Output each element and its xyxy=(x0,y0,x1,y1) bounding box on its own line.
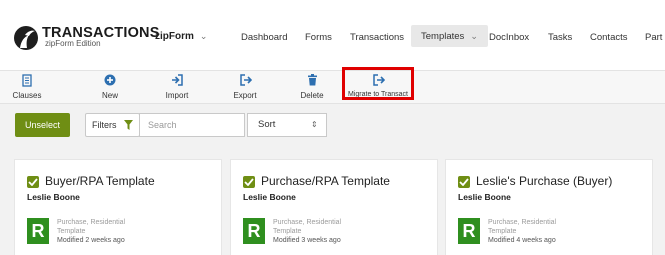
card-modified: Modified 2 weeks ago xyxy=(57,237,125,244)
card-type: Purchase, Residential xyxy=(488,219,557,226)
card-type: Purchase, Residential xyxy=(57,219,126,226)
nav-partial[interactable]: Part xyxy=(645,32,662,43)
export-label: Export xyxy=(233,91,257,100)
checkmark-icon xyxy=(244,178,254,186)
template-card[interactable]: Buyer/RPA Template Leslie Boone R Purcha… xyxy=(14,159,222,255)
product-switcher-label: zipForm xyxy=(155,31,194,42)
new-label: New xyxy=(101,91,118,100)
nav-tasks[interactable]: Tasks xyxy=(548,32,572,43)
clauses-label: Clauses xyxy=(12,91,42,100)
nav-contacts[interactable]: Contacts xyxy=(590,32,628,43)
template-card[interactable]: Leslie's Purchase (Buyer) Leslie Boone R… xyxy=(445,159,653,255)
card-owner: Leslie Boone xyxy=(243,192,296,202)
import-icon xyxy=(160,74,194,89)
export-icon xyxy=(228,74,262,89)
highlight-annotation xyxy=(342,67,414,100)
card-kind: Template xyxy=(273,228,302,235)
card-title[interactable]: Buyer/RPA Template xyxy=(45,174,155,188)
nav-dashboard[interactable]: Dashboard xyxy=(241,32,287,43)
card-type: Purchase, Residential xyxy=(273,219,342,226)
card-badge: R xyxy=(458,218,480,244)
delete-button[interactable]: Delete xyxy=(296,71,328,105)
trash-icon xyxy=(296,74,328,89)
sort-select[interactable]: Sort ⇕ xyxy=(247,113,327,137)
plus-circle-icon xyxy=(95,74,125,89)
sort-label: Sort xyxy=(258,119,276,130)
filter-bar: Unselect Filters Sort ⇕ xyxy=(0,104,665,146)
clauses-icon xyxy=(12,74,42,89)
nav-templates-label: Templates xyxy=(421,31,465,42)
filters-label: Filters xyxy=(92,120,117,130)
logo-subtitle: zipForm Edition xyxy=(45,39,101,48)
nav-templates[interactable]: Templates ⌄ xyxy=(411,25,488,47)
template-card[interactable]: Purchase/RPA Template Leslie Boone R Pur… xyxy=(230,159,438,255)
product-switcher[interactable]: zipForm ⌄ xyxy=(155,31,207,42)
action-toolbar: Clauses New Import Export Delete Migrate… xyxy=(0,70,665,104)
card-kind: Template xyxy=(488,228,517,235)
funnel-icon xyxy=(124,120,133,130)
nav-docinbox[interactable]: DocInbox xyxy=(489,32,529,43)
top-navigation: TRANSACTIONS zipForm Edition zipForm ⌄ Da… xyxy=(0,0,665,70)
nav-forms[interactable]: Forms xyxy=(305,32,332,43)
filters-button[interactable]: Filters xyxy=(85,113,140,137)
logo-badge-icon xyxy=(14,26,38,50)
template-grid: Buyer/RPA Template Leslie Boone R Purcha… xyxy=(0,146,665,255)
checkmark-icon xyxy=(28,178,38,186)
card-checkbox[interactable] xyxy=(243,176,255,188)
card-modified: Modified 3 weeks ago xyxy=(273,237,341,244)
nav-transactions[interactable]: Transactions xyxy=(350,32,404,43)
checkmark-icon xyxy=(459,178,469,186)
import-label: Import xyxy=(165,91,189,100)
chevron-down-icon: ⌄ xyxy=(199,31,208,41)
clauses-button[interactable]: Clauses xyxy=(12,71,42,105)
card-modified: Modified 4 weeks ago xyxy=(488,237,556,244)
card-title[interactable]: Purchase/RPA Template xyxy=(261,174,390,188)
card-checkbox[interactable] xyxy=(458,176,470,188)
card-title[interactable]: Leslie's Purchase (Buyer) xyxy=(476,174,612,188)
card-kind: Template xyxy=(57,228,86,235)
new-button[interactable]: New xyxy=(95,71,125,105)
import-button[interactable]: Import xyxy=(160,71,194,105)
card-badge: R xyxy=(27,218,49,244)
app-logo[interactable]: TRANSACTIONS zipForm Edition xyxy=(14,26,159,50)
export-button[interactable]: Export xyxy=(228,71,262,105)
unselect-button[interactable]: Unselect xyxy=(15,113,70,137)
card-owner: Leslie Boone xyxy=(27,192,80,202)
delete-label: Delete xyxy=(300,91,324,100)
card-badge: R xyxy=(243,218,265,244)
search-input[interactable] xyxy=(139,113,245,137)
chevron-down-icon: ⌄ xyxy=(470,31,478,41)
card-checkbox[interactable] xyxy=(27,176,39,188)
updown-chevron-icon: ⇕ xyxy=(311,120,318,129)
card-owner: Leslie Boone xyxy=(458,192,511,202)
